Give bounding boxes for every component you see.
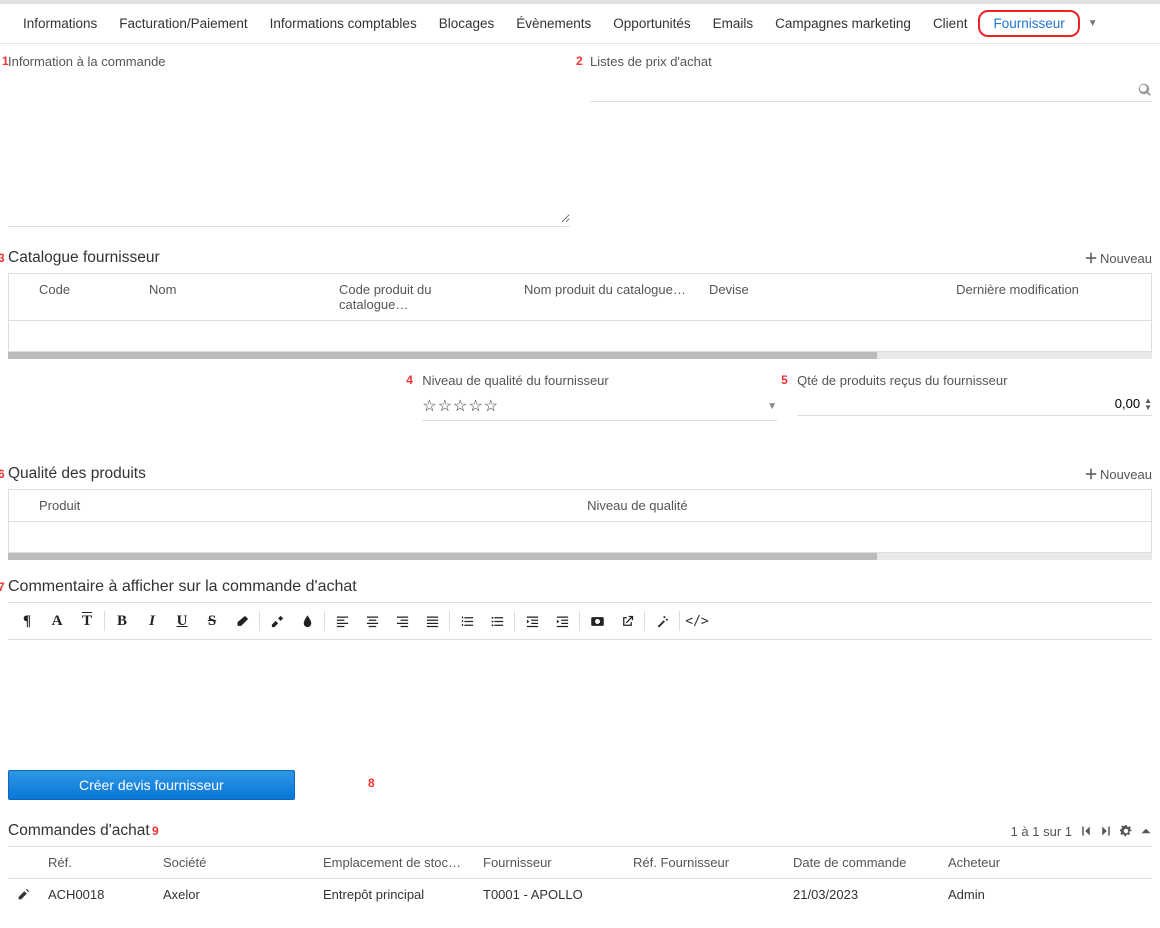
marker-4: 4 xyxy=(406,373,413,387)
col-code[interactable]: Code xyxy=(29,274,139,320)
row-edit[interactable] xyxy=(8,888,38,901)
toolbar-paragraph[interactable]: ¶ xyxy=(12,607,42,635)
plus-icon xyxy=(1085,252,1097,264)
cell-ref: ACH0018 xyxy=(38,887,153,902)
toolbar-underline[interactable]: U xyxy=(167,607,197,635)
section-title-catalogue: 3 Catalogue fournisseur xyxy=(8,249,160,267)
toolbar-font[interactable]: A xyxy=(42,607,72,635)
col-fournisseur[interactable]: Fournisseur xyxy=(473,847,623,878)
toolbar-link[interactable] xyxy=(612,607,642,635)
qte-spinner[interactable]: ▲▼ xyxy=(1144,397,1152,411)
col-produit[interactable]: Produit xyxy=(29,490,577,521)
col-niveau-qualite[interactable]: Niveau de qualité xyxy=(577,490,1151,521)
col-acheteur[interactable]: Acheteur xyxy=(938,847,1152,878)
label-niveau-qualite: Niveau de qualité du fournisseur xyxy=(422,373,777,388)
marker-3: 3 xyxy=(0,251,5,265)
col-societe[interactable]: Société xyxy=(153,847,313,878)
tab-blocages[interactable]: Blocages xyxy=(428,10,506,37)
col-emplacement[interactable]: Emplacement de stoc… xyxy=(313,847,473,878)
toolbar-fontsize[interactable]: T xyxy=(72,607,102,635)
catalogue-grid: Code Nom Code produit du catalogue… Nom … xyxy=(8,273,1152,352)
toolbar-textcolor[interactable] xyxy=(292,607,322,635)
marker-1: 1 xyxy=(2,54,9,68)
col-derniere-modif[interactable]: Dernière modification xyxy=(884,274,1151,320)
cell-acheteur: Admin xyxy=(938,887,1152,902)
toolbar-align-justify[interactable] xyxy=(417,607,447,635)
nouveau-qualite-produits[interactable]: Nouveau xyxy=(1085,467,1152,482)
marker-8: 8 xyxy=(368,776,375,790)
label-info-commande: Information à la commande xyxy=(8,54,570,69)
toolbar-image[interactable] xyxy=(582,607,612,635)
search-icon xyxy=(1138,83,1152,97)
nouveau-catalogue[interactable]: Nouveau xyxy=(1085,251,1152,266)
tab-campagnes-marketing[interactable]: Campagnes marketing xyxy=(764,10,922,37)
quality-dropdown-caret[interactable]: ▼ xyxy=(767,401,777,412)
marker-6: 6 xyxy=(0,467,5,481)
toolbar-strike[interactable]: S xyxy=(197,607,227,635)
pager-first-icon[interactable] xyxy=(1080,825,1092,837)
table-row[interactable]: ACH0018 Axelor Entrepôt principal T0001 … xyxy=(8,879,1152,910)
marker-2: 2 xyxy=(576,54,583,68)
col-ref-four[interactable]: Réf. Fournisseur xyxy=(623,847,783,878)
col-code-produit[interactable]: Code produit du catalogue… xyxy=(329,274,514,320)
qte-recus-input[interactable] xyxy=(797,396,1140,411)
toolbar-eraser[interactable] xyxy=(227,607,257,635)
tab-fournisseur[interactable]: Fournisseur xyxy=(978,10,1079,37)
toolbar-highlight[interactable] xyxy=(262,607,292,635)
catalogue-scrollbar[interactable] xyxy=(8,352,1152,359)
editor-toolbar: ¶ A T B I U S </> xyxy=(8,602,1152,640)
col-nom-produit[interactable]: Nom produit du catalogue… xyxy=(514,274,699,320)
pager-last-icon[interactable] xyxy=(1100,825,1112,837)
col-date-commande[interactable]: Date de commande xyxy=(783,847,938,878)
pager-collapse-icon[interactable] xyxy=(1140,825,1152,837)
toolbar-bold[interactable]: B xyxy=(107,607,137,635)
tabs-bar: Informations Facturation/Paiement Inform… xyxy=(0,0,1160,44)
listes-prix-search[interactable] xyxy=(590,79,1152,102)
info-commande-textarea[interactable] xyxy=(8,73,570,223)
tab-emails[interactable]: Emails xyxy=(702,10,765,37)
toolbar-align-center[interactable] xyxy=(357,607,387,635)
plus-icon xyxy=(1085,468,1097,480)
marker-7: 7 xyxy=(0,580,5,594)
tab-informations[interactable]: Informations xyxy=(12,10,108,37)
commandes-pager: 1 à 1 sur 1 xyxy=(1011,824,1152,839)
section-title-commandes: Commandes d'achat 9 xyxy=(8,822,159,840)
stars-input[interactable]: ☆☆☆☆☆ xyxy=(422,396,499,416)
toolbar-align-left[interactable] xyxy=(327,607,357,635)
col-nom[interactable]: Nom xyxy=(139,274,329,320)
tab-client[interactable]: Client xyxy=(922,10,979,37)
col-devise[interactable]: Devise xyxy=(699,274,884,320)
tabs-overflow-caret[interactable]: ▼ xyxy=(1080,18,1106,29)
toolbar-ordered-list[interactable] xyxy=(452,607,482,635)
qualite-grid: Produit Niveau de qualité xyxy=(8,489,1152,553)
section-title-commentaire: 7 Commentaire à afficher sur la commande… xyxy=(8,578,357,596)
toolbar-align-right[interactable] xyxy=(387,607,417,635)
tab-evenements[interactable]: Évènements xyxy=(505,10,602,37)
tab-opportunites[interactable]: Opportunités xyxy=(602,10,701,37)
label-qte-recus: Qté de produits reçus du fournisseur xyxy=(797,373,1152,388)
cell-date: 21/03/2023 xyxy=(783,887,938,902)
editor-area[interactable] xyxy=(8,640,1152,750)
pager-text: 1 à 1 sur 1 xyxy=(1011,824,1072,839)
create-quote-button[interactable]: Créer devis fournisseur xyxy=(8,770,295,800)
cell-societe: Axelor xyxy=(153,887,313,902)
label-listes-prix: Listes de prix d'achat xyxy=(590,54,1152,69)
marker-9: 9 xyxy=(152,824,159,838)
tab-infos-comptables[interactable]: Informations comptables xyxy=(259,10,428,37)
pager-settings-icon[interactable] xyxy=(1120,825,1132,837)
toolbar-code[interactable]: </> xyxy=(682,607,712,635)
qualite-scrollbar[interactable] xyxy=(8,553,1152,560)
toolbar-outdent[interactable] xyxy=(517,607,547,635)
tab-facturation[interactable]: Facturation/Paiement xyxy=(108,10,258,37)
toolbar-indent[interactable] xyxy=(547,607,577,635)
toolbar-italic[interactable]: I xyxy=(137,607,167,635)
col-ref[interactable]: Réf. xyxy=(38,847,153,878)
toolbar-magic[interactable] xyxy=(647,607,677,635)
commandes-grid: Réf. Société Emplacement de stoc… Fourni… xyxy=(8,846,1152,910)
cell-emplacement: Entrepôt principal xyxy=(313,887,473,902)
marker-5: 5 xyxy=(781,373,788,387)
cell-fournisseur: T0001 - APOLLO xyxy=(473,887,623,902)
toolbar-unordered-list[interactable] xyxy=(482,607,512,635)
section-title-qualite-produits: 6 Qualité des produits xyxy=(8,465,146,483)
